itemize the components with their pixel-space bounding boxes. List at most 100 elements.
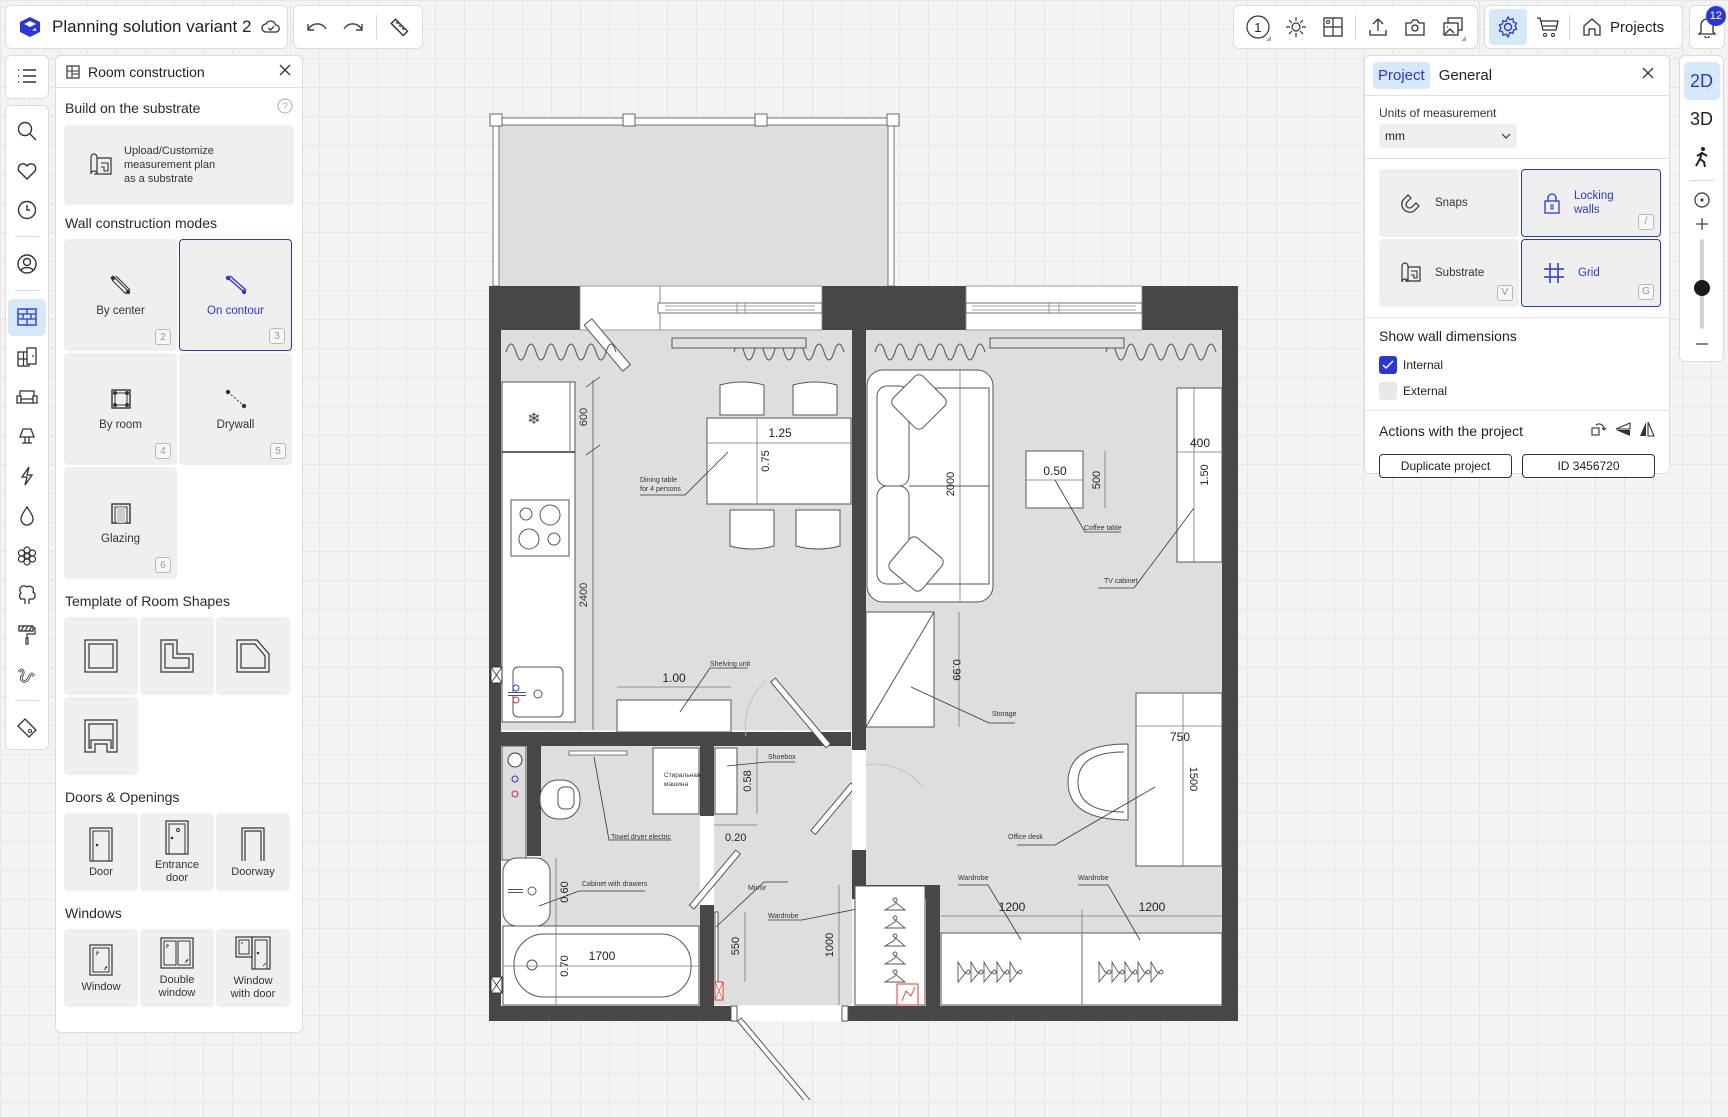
menu-button[interactable] [8, 57, 46, 95]
zoom-slider-thumb[interactable] [1693, 279, 1710, 296]
flip-vertical-button[interactable] [1615, 421, 1631, 440]
view-2d-button[interactable]: 2D [1683, 62, 1720, 100]
sofa[interactable] [866, 369, 994, 603]
external-dims-option[interactable]: External [1379, 378, 1655, 404]
rail-heating[interactable] [8, 656, 46, 694]
substrate-toggle[interactable]: Substrate V [1379, 239, 1519, 307]
lighting-button[interactable] [1280, 9, 1312, 45]
snaps-toggle[interactable]: Snaps [1379, 169, 1519, 237]
template-l-shape[interactable] [140, 617, 214, 695]
double-window-item[interactable]: Double window [140, 929, 214, 1007]
floorplan-view-button[interactable] [1317, 9, 1349, 45]
projects-button[interactable]: Projects [1574, 17, 1672, 37]
project-id-button[interactable]: ID 3456720 [1522, 454, 1655, 478]
wall-mode-by-center[interactable]: By center 2 [64, 239, 177, 351]
zoom-out-button[interactable] [1684, 333, 1720, 355]
wall-mode-drywall[interactable]: Drywall 5 [179, 353, 292, 465]
wall-node-handle[interactable] [489, 113, 503, 127]
window-item[interactable]: Window [64, 929, 138, 1007]
rail-finishing[interactable] [8, 616, 46, 654]
rail-decor[interactable] [8, 537, 46, 575]
app-logo-icon[interactable] [18, 15, 42, 39]
rail-history[interactable] [8, 191, 46, 229]
gallery-button[interactable] [1437, 9, 1469, 45]
rail-account[interactable] [8, 245, 46, 283]
user-circle-icon [17, 254, 37, 274]
template-u-shape[interactable] [64, 697, 138, 775]
template-cut-corner[interactable] [216, 617, 290, 695]
zoom-slider[interactable] [1693, 239, 1710, 329]
screenshot-button[interactable] [1400, 9, 1432, 45]
redo-button[interactable] [340, 9, 366, 45]
close-panel-button[interactable] [278, 63, 292, 80]
entrance-door[interactable] [736, 1017, 818, 1113]
cart-button[interactable] [1531, 9, 1565, 45]
settings-button[interactable] [1489, 9, 1527, 45]
doorway-item[interactable]: Doorway [216, 813, 290, 891]
rail-plumbing[interactable] [8, 497, 46, 535]
tab-project[interactable]: Project [1373, 62, 1430, 89]
rail-room-construction[interactable] [8, 298, 46, 337]
radiator-kitchen[interactable] [671, 337, 807, 349]
cooktop[interactable] [510, 499, 570, 557]
help-button[interactable]: ? [277, 98, 293, 117]
wall-node-handle[interactable] [886, 113, 900, 127]
double-window-icon [160, 937, 194, 969]
mirror[interactable] [714, 911, 719, 983]
grid-toggle[interactable]: Grid G [1521, 239, 1661, 307]
rail-tags[interactable] [8, 709, 46, 747]
coffee-table[interactable] [1025, 450, 1084, 509]
towel-dryer[interactable] [568, 750, 628, 756]
tab-general[interactable]: General [1434, 62, 1497, 89]
wall-mode-on-contour[interactable]: On contour 3 [179, 239, 292, 351]
export-button[interactable] [1362, 9, 1394, 45]
divider [1569, 15, 1570, 39]
floor-plan-svg[interactable]: ❄ 600 2400 1.25 0.75 Dining table for 4 … [480, 100, 1250, 1113]
rail-search[interactable] [8, 112, 46, 150]
wall-mode-by-room[interactable]: By room 4 [64, 353, 177, 465]
external-checkbox[interactable] [1379, 382, 1397, 400]
cloud-check-icon[interactable] [261, 19, 281, 35]
shelving-unit[interactable] [616, 699, 732, 733]
rail-lighting[interactable] [8, 418, 46, 456]
balcony[interactable] [489, 113, 900, 287]
window-with-door-item[interactable]: Window with door [216, 929, 290, 1007]
rail-plants[interactable] [8, 576, 46, 614]
floor-plan-canvas[interactable]: ❄ 600 2400 1.25 0.75 Dining table for 4 … [480, 100, 1250, 1113]
units-select[interactable]: mm [1379, 124, 1517, 148]
kitchen-counter[interactable]: ❄ [501, 381, 576, 723]
upload-substrate-button[interactable]: Upload/Customize measurement plan as a s… [64, 125, 294, 205]
wall-node-handle[interactable] [622, 113, 636, 127]
wall-node-handle[interactable] [754, 113, 768, 127]
rail-furniture[interactable] [8, 378, 46, 416]
window-living[interactable] [965, 285, 1143, 331]
internal-dims-option[interactable]: Internal [1379, 352, 1655, 378]
center-view-button[interactable] [1684, 187, 1720, 213]
radiator-living[interactable] [989, 337, 1125, 349]
view-3d-button[interactable]: 3D [1684, 100, 1720, 138]
close-settings-button[interactable] [1641, 66, 1661, 85]
ruler-button[interactable] [386, 9, 412, 45]
rail-favorites[interactable] [8, 152, 46, 190]
flip-horizontal-button[interactable] [1639, 421, 1655, 440]
duplicate-project-button[interactable]: Duplicate project [1379, 454, 1512, 478]
template-square[interactable] [64, 617, 138, 695]
office-desk[interactable] [1135, 692, 1223, 867]
rail-electrics[interactable] [8, 457, 46, 495]
wall-mode-glazing[interactable]: Glazing 6 [64, 467, 177, 579]
square-room-icon [84, 639, 118, 673]
floor-selector-button[interactable]: 1 [1242, 9, 1274, 45]
project-title[interactable]: Planning solution variant 2 [52, 17, 251, 37]
zoom-in-button[interactable] [1684, 213, 1720, 235]
notifications-button[interactable]: 12 [1692, 6, 1726, 45]
walkthrough-button[interactable] [1684, 138, 1720, 176]
internal-checkbox[interactable] [1379, 356, 1397, 374]
undo-button[interactable] [304, 9, 330, 45]
rotate-project-button[interactable] [1591, 421, 1607, 440]
shoebox[interactable] [714, 747, 738, 815]
wardrobes-bottom[interactable] [940, 932, 1223, 1006]
locking-walls-toggle[interactable]: Locking walls / [1521, 169, 1661, 237]
entrance-door-item[interactable]: Entrance door [140, 813, 214, 891]
door-item[interactable]: Door [64, 813, 138, 891]
rail-doors-windows[interactable] [8, 338, 46, 376]
